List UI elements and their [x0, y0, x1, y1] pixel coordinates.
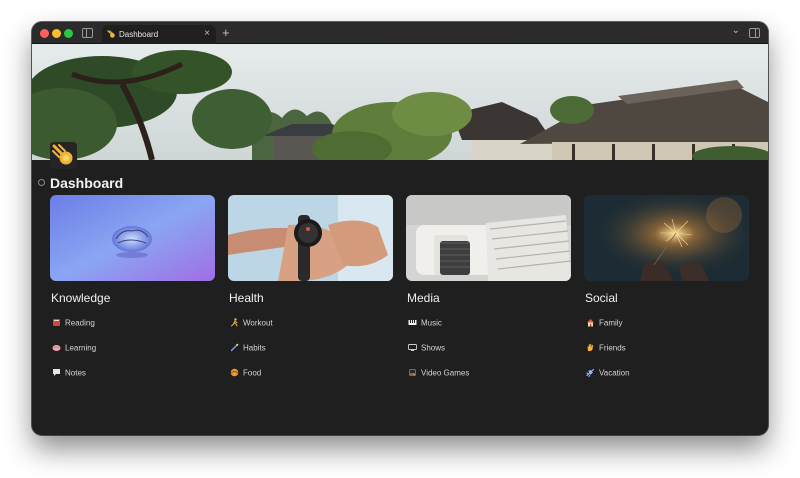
minimize-window-button[interactable] [52, 29, 61, 38]
card-media: Media Music Shows Video Games [406, 195, 571, 377]
piano-icon [408, 320, 417, 326]
list-item-learning[interactable]: Learning [52, 343, 96, 355]
food-icon [230, 369, 239, 377]
list-item-shows[interactable]: Shows [408, 343, 445, 355]
browser-window: Dashboard × + ⌄ Dashboard Knowledge Read… [32, 22, 768, 435]
couch-image [406, 195, 571, 281]
chevron-down-icon[interactable]: ⌄ [732, 25, 740, 36]
close-window-button[interactable] [40, 29, 49, 38]
list-item-habits[interactable]: Habits [230, 343, 266, 355]
list-item-workout[interactable]: Workout [230, 318, 273, 330]
sidebar-toggle-icon[interactable] [82, 28, 93, 38]
card-heading[interactable]: Knowledge [51, 291, 110, 305]
list-item-food[interactable]: Food [230, 368, 261, 380]
list-item-vacation[interactable]: Vacation [586, 368, 630, 380]
list-item-music[interactable]: Music [408, 318, 442, 330]
list-item-friends[interactable]: Friends [586, 343, 626, 355]
waving-hand-icon [587, 344, 593, 352]
maximize-window-button[interactable] [64, 29, 73, 38]
card-heading[interactable]: Media [407, 291, 440, 305]
cover-image [32, 44, 768, 160]
card-social: Social Family Friends Vacation [584, 195, 749, 378]
runner-icon [231, 318, 238, 327]
card-knowledge: Knowledge Reading Learning Notes [50, 195, 215, 377]
card-image[interactable] [50, 195, 215, 281]
list-item-reading[interactable]: Reading [52, 318, 95, 330]
list-item-family[interactable]: Family [586, 318, 623, 330]
card-heading[interactable]: Social [585, 291, 618, 305]
arcade-icon [409, 369, 416, 377]
comet-icon [52, 144, 73, 165]
tab-dashboard[interactable]: Dashboard × [102, 25, 216, 44]
title-bar: Dashboard × + ⌄ [32, 22, 768, 44]
sparkler-image [584, 195, 749, 281]
tab-title: Dashboard [119, 30, 159, 39]
list-item-video-games[interactable]: Video Games [408, 368, 469, 380]
temple-landscape-image [32, 44, 768, 160]
house-icon [587, 319, 594, 327]
list-item-notes[interactable]: Notes [52, 368, 86, 380]
card-image[interactable] [228, 195, 393, 281]
page-title: Dashboard [50, 175, 124, 191]
card-heading[interactable]: Health [229, 291, 264, 305]
new-tab-button[interactable]: + [222, 25, 230, 40]
page-icon[interactable] [50, 142, 77, 169]
card-image[interactable] [584, 195, 749, 281]
comet-icon [107, 30, 115, 38]
close-tab-icon[interactable]: × [204, 28, 210, 39]
card-health: Health Workout Habits Food [228, 195, 393, 377]
note-icon [53, 369, 60, 377]
book-icon [53, 319, 60, 327]
smartwatch-image [228, 195, 393, 281]
wand-icon [230, 344, 239, 352]
brain-icon [52, 345, 61, 352]
toggle-icon[interactable] [38, 179, 45, 186]
tv-icon [408, 344, 417, 352]
card-image[interactable] [406, 195, 571, 281]
airplane-icon [586, 369, 595, 378]
right-sidebar-toggle-icon[interactable] [749, 28, 760, 38]
brain-image [50, 195, 215, 281]
